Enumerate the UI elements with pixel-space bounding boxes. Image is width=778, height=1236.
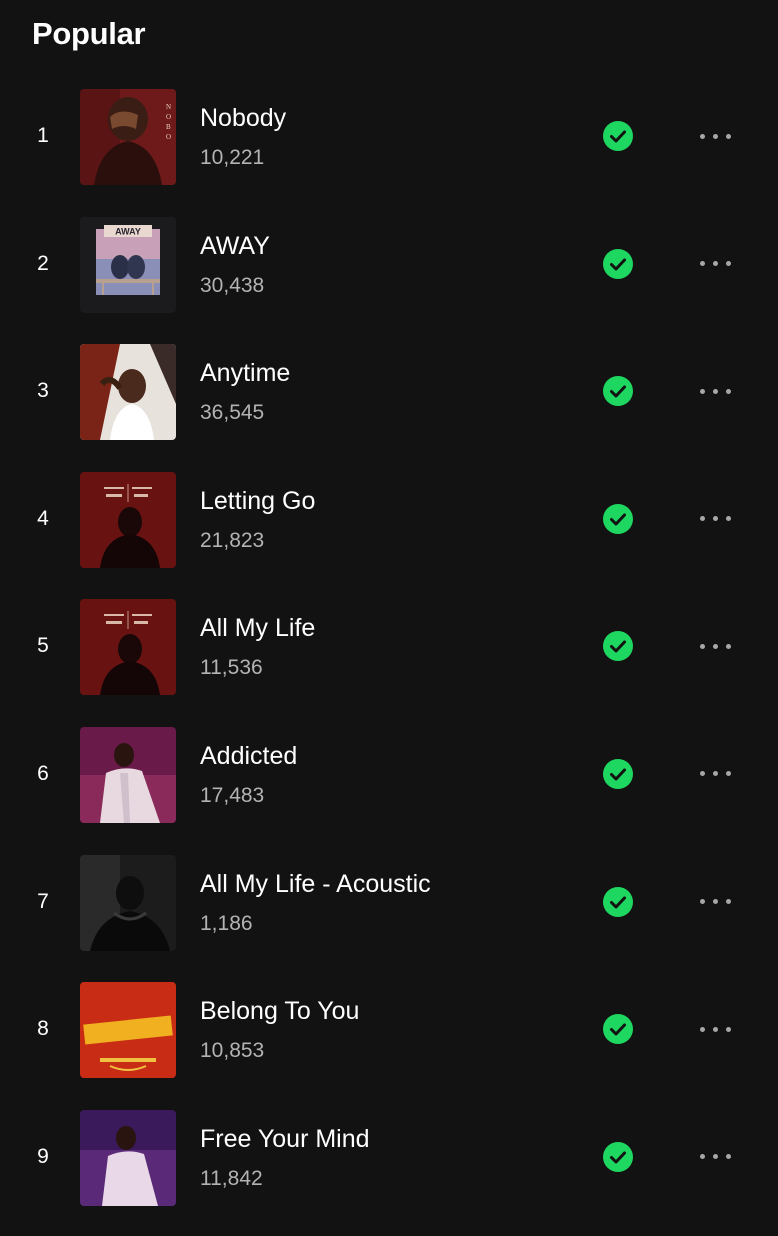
track-play-count: 1,186 xyxy=(200,911,253,935)
track-play-count: 11,536 xyxy=(200,656,263,680)
more-dot-icon xyxy=(725,771,731,777)
more-options-button[interactable] xyxy=(690,376,740,406)
track-title: All My Life - Acoustic xyxy=(200,869,431,898)
more-dot-icon xyxy=(712,771,718,777)
svg-text:N: N xyxy=(166,103,171,111)
downloaded-check-icon xyxy=(603,121,633,151)
more-dot-icon xyxy=(712,133,718,139)
more-dot-icon xyxy=(712,643,718,649)
track-title: Anytime xyxy=(200,359,291,388)
more-dot-icon xyxy=(712,516,718,522)
more-dot-icon xyxy=(699,1026,705,1032)
track-row[interactable]: 7 All My Life - Acoustic 1,186 xyxy=(0,854,778,982)
album-cover-nobody: N O B O xyxy=(80,89,176,185)
track-row[interactable]: 5 All My Life 11,536 xyxy=(0,598,778,726)
downloaded-check-icon xyxy=(603,503,633,534)
track-title: Addicted xyxy=(200,741,298,770)
downloaded-check-icon xyxy=(603,1014,633,1045)
more-options-button[interactable] xyxy=(690,249,740,279)
downloaded-check-icon xyxy=(603,1141,633,1172)
track-number: 2 xyxy=(37,251,49,275)
album-cover-away: AWAY xyxy=(80,216,176,313)
track-number: 7 xyxy=(37,889,49,913)
downloaded-check-icon xyxy=(603,886,633,917)
more-dot-icon xyxy=(725,1154,731,1160)
section-title: Popular xyxy=(32,16,146,51)
track-number: 8 xyxy=(37,1017,49,1041)
track-title: Free Your Mind xyxy=(200,1124,370,1153)
track-row[interactable]: 9 Free Your Mind 11,842 xyxy=(0,1109,778,1236)
more-dot-icon xyxy=(712,1154,718,1160)
more-dot-icon xyxy=(699,899,705,905)
more-dot-icon xyxy=(725,643,731,649)
track-number: 4 xyxy=(37,506,49,530)
track-title: Letting Go xyxy=(200,486,316,515)
track-play-count: 11,842 xyxy=(200,1166,263,1190)
svg-text:B: B xyxy=(166,123,171,131)
track-title: AWAY xyxy=(200,231,270,260)
more-dot-icon xyxy=(725,261,731,267)
track-play-count: 10,853 xyxy=(200,1039,265,1063)
more-dot-icon xyxy=(725,899,731,905)
track-number: 9 xyxy=(37,1144,49,1168)
more-dot-icon xyxy=(699,261,705,267)
track-number: 5 xyxy=(37,634,49,658)
more-dot-icon xyxy=(725,1026,731,1032)
track-number: 1 xyxy=(37,124,49,147)
track-row[interactable]: 4 Letting Go 21,823 xyxy=(0,471,778,599)
popular-track-list: 1 N O B O Nobody 10,221 2 AWAY AWAY 30,4… xyxy=(0,88,778,1236)
track-title: All My Life xyxy=(200,614,316,643)
album-cover-anytime xyxy=(80,344,176,441)
track-play-count: 21,823 xyxy=(200,528,265,552)
more-dot-icon xyxy=(699,133,705,139)
album-cover-belong-to-you xyxy=(80,982,176,1079)
track-row[interactable]: 3 Anytime 36,545 xyxy=(0,343,778,471)
track-title: Nobody xyxy=(200,104,287,132)
more-options-button[interactable] xyxy=(690,121,740,151)
track-row[interactable]: 1 N O B O Nobody 10,221 xyxy=(0,88,778,216)
downloaded-check-icon xyxy=(603,376,633,407)
album-cover-addicted xyxy=(80,726,176,823)
track-number: 6 xyxy=(37,761,49,785)
more-dot-icon xyxy=(699,388,705,394)
more-dot-icon xyxy=(699,1154,705,1160)
svg-text:AWAY: AWAY xyxy=(115,226,141,236)
more-options-button[interactable] xyxy=(690,887,740,917)
more-dot-icon xyxy=(699,771,705,777)
more-dot-icon xyxy=(725,516,731,522)
downloaded-check-icon xyxy=(603,758,633,789)
album-cover-all-my-life xyxy=(80,599,176,696)
more-options-button[interactable] xyxy=(690,759,740,789)
track-row[interactable]: 6 Addicted 17,483 xyxy=(0,726,778,854)
svg-text:O: O xyxy=(166,113,171,121)
more-dot-icon xyxy=(712,1026,718,1032)
track-number: 3 xyxy=(37,379,49,403)
more-dot-icon xyxy=(699,516,705,522)
more-options-button[interactable] xyxy=(690,1142,740,1172)
album-cover-acoustic xyxy=(80,854,176,951)
track-play-count: 36,545 xyxy=(200,401,265,425)
album-cover-free-your-mind xyxy=(80,1109,176,1206)
downloaded-check-icon xyxy=(603,248,633,279)
track-play-count: 17,483 xyxy=(200,783,265,807)
more-dot-icon xyxy=(699,643,705,649)
more-options-button[interactable] xyxy=(690,1014,740,1044)
svg-text:O: O xyxy=(166,133,171,141)
track-row[interactable]: 2 AWAY AWAY 30,438 xyxy=(0,216,778,344)
more-options-button[interactable] xyxy=(690,631,740,661)
track-title: Belong To You xyxy=(200,997,360,1026)
more-dot-icon xyxy=(712,899,718,905)
album-cover-letting-go xyxy=(80,471,176,568)
track-play-count: 10,221 xyxy=(200,146,265,169)
downloaded-check-icon xyxy=(603,631,633,662)
track-row[interactable]: 8 Belong To You 10,853 xyxy=(0,981,778,1109)
more-dot-icon xyxy=(725,388,731,394)
track-play-count: 30,438 xyxy=(200,273,265,297)
more-dot-icon xyxy=(712,261,718,267)
more-options-button[interactable] xyxy=(690,504,740,534)
more-dot-icon xyxy=(712,388,718,394)
more-dot-icon xyxy=(725,133,731,139)
